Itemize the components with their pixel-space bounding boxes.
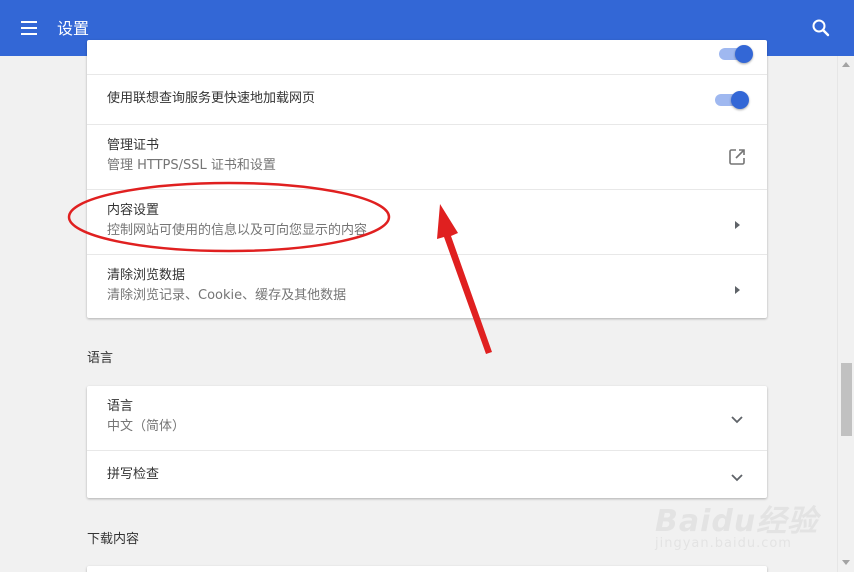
privacy-card: 使用联想查询服务更快速地加载网页 管理证书 管理 HTTPS/SSL 证书和设置… <box>87 40 767 318</box>
page-title: 设置 <box>57 19 90 38</box>
hidden-toggle-row <box>87 40 767 74</box>
watermark-url: jingyan.baidu.com <box>655 536 792 551</box>
menu-icon[interactable] <box>18 16 42 40</box>
content-settings-row[interactable]: 内容设置 控制网站可使用的信息以及可向您显示的内容 <box>87 189 767 254</box>
clear-data-description: 清除浏览记录、Cookie、缓存及其他数据 <box>107 288 347 303</box>
spellcheck-row[interactable]: 拼写检查 <box>87 450 767 498</box>
certificates-row[interactable]: 管理证书 管理 HTTPS/SSL 证书和设置 <box>87 124 767 189</box>
preload-row[interactable]: 使用联想查询服务更快速地加载网页 <box>87 74 767 124</box>
downloads-section-title: 下载内容 <box>87 532 140 547</box>
scroll-down-arrow-icon[interactable] <box>842 560 850 565</box>
language-label: 语言 <box>107 399 134 414</box>
content-settings-description: 控制网站可使用的信息以及可向您显示的内容 <box>107 223 368 238</box>
chevron-right-icon[interactable] <box>732 281 742 294</box>
chevron-right-icon[interactable] <box>732 216 742 229</box>
open-in-new-icon[interactable] <box>728 148 746 166</box>
watermark-logo: Baidu经验 <box>655 504 819 539</box>
preload-label: 使用联想查询服务更快速地加载网页 <box>107 91 316 106</box>
chevron-down-icon[interactable] <box>730 411 744 424</box>
content-settings-label: 内容设置 <box>107 203 160 218</box>
certificates-description: 管理 HTTPS/SSL 证书和设置 <box>107 158 276 173</box>
language-row[interactable]: 语言 中文（简体） <box>87 386 767 450</box>
previous-toggle[interactable] <box>719 45 753 63</box>
clear-data-label: 清除浏览数据 <box>107 268 186 283</box>
language-card: 语言 中文（简体） 拼写检查 <box>87 386 767 498</box>
vertical-scrollbar[interactable] <box>837 56 854 572</box>
certificates-label: 管理证书 <box>107 138 160 153</box>
search-icon[interactable] <box>810 17 832 39</box>
language-value: 中文（简体） <box>107 419 186 434</box>
clear-data-row[interactable]: 清除浏览数据 清除浏览记录、Cookie、缓存及其他数据 <box>87 254 767 318</box>
chevron-down-icon[interactable] <box>730 469 744 482</box>
baidu-watermark: Baidu经验 jingyan.baidu.com <box>655 492 825 552</box>
scroll-thumb[interactable] <box>841 363 852 436</box>
scroll-up-arrow-icon[interactable] <box>842 62 850 67</box>
downloads-card <box>87 566 767 572</box>
preload-toggle[interactable] <box>715 91 749 109</box>
language-section-title: 语言 <box>87 351 114 366</box>
spellcheck-label: 拼写检查 <box>107 467 160 482</box>
